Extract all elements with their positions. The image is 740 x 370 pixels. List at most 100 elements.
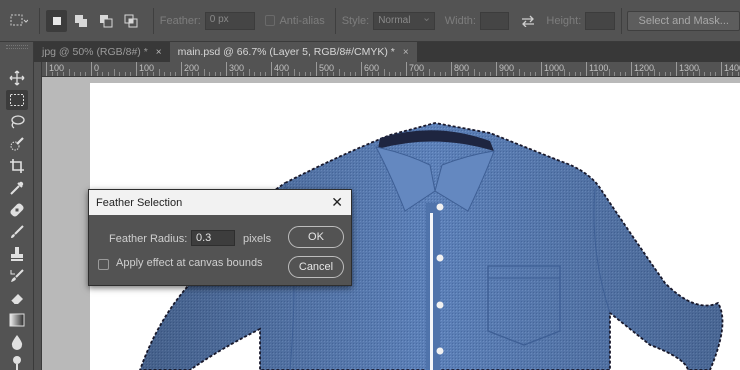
apply-canvas-bounds-checkbox[interactable] — [98, 259, 109, 270]
ruler-minor-tick — [647, 72, 649, 76]
height-input[interactable] — [585, 11, 615, 30]
rectangular-marquee-tool-icon[interactable] — [6, 90, 28, 110]
feather-radius-input[interactable]: 0.3 — [191, 230, 235, 246]
lasso-tool-icon[interactable] — [6, 112, 28, 132]
ruler-minor-tick — [321, 72, 323, 76]
options-bar: Feather: 0 px Anti-alias Style: Normal W… — [0, 0, 740, 42]
ruler-minor-tick — [439, 72, 441, 76]
ruler-minor-tick — [529, 72, 531, 76]
ruler-minor-tick — [147, 72, 149, 76]
ruler-minor-tick — [664, 72, 666, 76]
ruler-minor-tick — [552, 72, 554, 76]
width-input[interactable] — [479, 11, 510, 30]
swap-dimensions-icon[interactable] — [517, 10, 538, 32]
ruler-minor-tick — [102, 72, 104, 76]
ruler-minor-tick — [152, 72, 154, 76]
dialog-titlebar[interactable]: Feather Selection ✕ — [89, 190, 351, 215]
select-and-mask-button[interactable]: Select and Mask... — [627, 10, 740, 31]
brush-tool-icon[interactable] — [6, 222, 28, 242]
ruler-minor-tick — [282, 72, 284, 76]
ruler-tick — [721, 62, 722, 76]
style-label: Style: — [341, 14, 370, 27]
height-label: Height: — [546, 14, 582, 27]
dodge-tool-icon[interactable] — [6, 352, 28, 370]
ruler-minor-tick — [203, 69, 205, 76]
add-to-selection-icon[interactable] — [71, 10, 92, 32]
close-icon[interactable]: × — [156, 47, 162, 58]
close-icon[interactable]: ✕ — [331, 195, 343, 209]
feather-label: Feather: — [159, 14, 201, 27]
ruler-minor-tick — [670, 72, 672, 76]
ruler-minor-tick — [501, 72, 503, 76]
gradient-tool-icon[interactable] — [6, 310, 28, 330]
eyedropper-tool-icon[interactable] — [6, 178, 28, 198]
ruler-minor-tick — [681, 72, 683, 76]
healing-brush-tool-icon[interactable] — [6, 200, 28, 220]
ruler-minor-tick — [698, 69, 700, 76]
ruler-minor-tick — [276, 72, 278, 76]
ruler-tick — [271, 62, 272, 76]
separator — [620, 7, 622, 34]
separator — [39, 7, 41, 34]
ruler-minor-tick — [231, 72, 233, 76]
ruler-tick — [361, 62, 362, 76]
eraser-tool-icon[interactable] — [6, 288, 28, 308]
feather-input[interactable]: 0 px — [204, 11, 256, 30]
ruler-minor-tick — [383, 69, 385, 76]
style-select[interactable]: Normal — [373, 11, 436, 30]
blur-tool-icon[interactable] — [6, 332, 28, 352]
ruler-minor-tick — [394, 72, 396, 76]
antialias-checkbox[interactable] — [264, 15, 276, 26]
ruler-minor-tick — [709, 72, 711, 76]
ruler-minor-tick — [119, 72, 121, 76]
quick-selection-tool-icon[interactable] — [6, 134, 28, 154]
ruler-minor-tick — [428, 69, 430, 76]
crop-tool-icon[interactable] — [6, 156, 28, 176]
ruler-minor-tick — [344, 72, 346, 76]
tab-main-psd[interactable]: main.psd @ 66.7% (Layer 5, RGB/8#/CMYK) … — [169, 42, 417, 62]
ruler-minor-tick — [597, 72, 599, 76]
marquee-preset-icon[interactable] — [8, 10, 29, 32]
panel-grip[interactable] — [6, 45, 28, 49]
ruler-minor-tick — [287, 72, 289, 76]
ruler-tick — [46, 62, 47, 76]
ruler-minor-tick — [411, 72, 413, 76]
antialias-label: Anti-alias — [279, 14, 325, 27]
tab-jpg-document[interactable]: jpg @ 50% (RGB/8#) * × — [34, 42, 170, 62]
history-brush-tool-icon[interactable] — [6, 266, 28, 286]
close-icon[interactable]: × — [403, 47, 409, 58]
ruler-minor-tick — [248, 69, 250, 76]
ruler-minor-tick — [175, 72, 177, 76]
ruler-minor-tick — [79, 72, 81, 76]
ruler-minor-tick — [141, 72, 143, 76]
move-tool-icon[interactable] — [6, 68, 28, 88]
ruler-tick — [496, 62, 497, 76]
ok-button[interactable]: OK — [288, 226, 344, 248]
cancel-button[interactable]: Cancel — [288, 256, 344, 278]
ruler-minor-tick — [377, 72, 379, 76]
subtract-from-selection-icon[interactable] — [96, 10, 117, 32]
ruler-minor-tick — [197, 72, 199, 76]
new-selection-icon[interactable] — [46, 9, 68, 32]
horizontal-ruler[interactable]: 100 0 100 200 300 400 500 600 700 800 900 1000 1100 1… — [42, 62, 740, 77]
ruler-minor-tick — [113, 69, 115, 76]
tab-label: jpg @ 50% (RGB/8#) * — [42, 46, 148, 58]
separator — [334, 7, 336, 34]
ruler-minor-tick — [327, 72, 329, 76]
ruler-minor-tick — [417, 72, 419, 76]
ruler-minor-tick — [299, 72, 301, 76]
intersect-selection-icon[interactable] — [122, 10, 143, 32]
ruler-minor-tick — [186, 72, 188, 76]
ruler-minor-tick — [602, 72, 604, 76]
ruler-minor-tick — [96, 72, 98, 76]
ruler-minor-tick — [349, 72, 351, 76]
clone-stamp-tool-icon[interactable] — [6, 244, 28, 264]
ruler-minor-tick — [400, 72, 402, 76]
ruler-minor-tick — [535, 72, 537, 76]
vertical-ruler[interactable] — [34, 62, 42, 370]
ruler-minor-tick — [355, 72, 357, 76]
ruler-tick — [316, 62, 317, 76]
ruler-minor-tick — [518, 69, 520, 76]
ruler-minor-tick — [192, 72, 194, 76]
apply-canvas-bounds-label: Apply effect at canvas bounds — [116, 257, 263, 269]
